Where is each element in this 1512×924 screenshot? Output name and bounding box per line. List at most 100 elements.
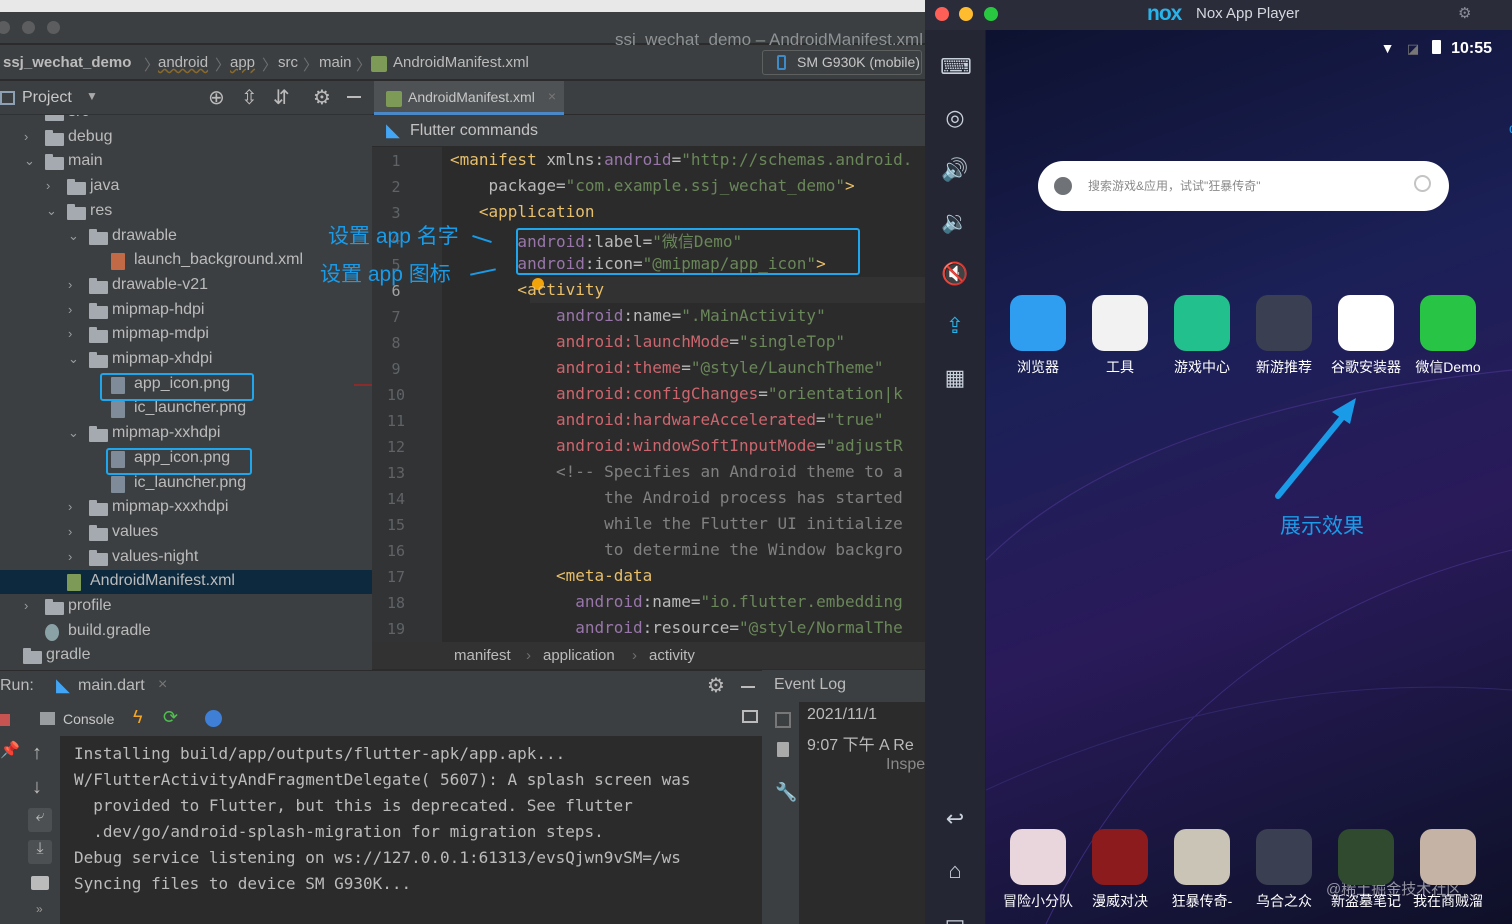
tree-item[interactable]: › profile	[0, 595, 372, 619]
location-icon[interactable]: ◎	[940, 103, 970, 133]
layout-icon[interactable]	[742, 710, 758, 723]
hot-restart-icon[interactable]: ⟳	[163, 707, 178, 728]
app-search-bar[interactable]: 搜索游戏&应用，试试"狂暴传奇"	[1038, 161, 1449, 211]
breadcrumb-main[interactable]: main	[319, 54, 352, 71]
minimize-window-button[interactable]	[959, 7, 973, 21]
chevron-down-icon[interactable]: ⌄	[68, 425, 79, 441]
chevron-right-icon[interactable]: ›	[24, 598, 28, 613]
tree-item[interactable]: ic_launcher.png	[0, 472, 372, 496]
search-icon[interactable]	[1414, 175, 1431, 192]
app-icon-apps_dock-5[interactable]: 我在商贼溜	[1409, 829, 1487, 911]
close-window-button[interactable]	[935, 7, 949, 21]
pin-icon[interactable]: 📌	[0, 740, 20, 760]
volume-down-icon[interactable]: 🔉	[940, 207, 970, 237]
mute-icon[interactable]: 🔇	[940, 259, 970, 289]
back-icon[interactable]: ↩	[940, 804, 970, 834]
tree-item[interactable]: › values-night	[0, 546, 372, 570]
arrow-up-icon[interactable]: ↑	[32, 742, 42, 765]
chevron-right-icon[interactable]: ›	[68, 499, 72, 514]
mark-read-icon[interactable]	[775, 712, 791, 728]
tree-item[interactable]: ⌄ drawable	[0, 225, 372, 249]
minimize-window-button[interactable]	[22, 21, 35, 34]
apk-install-icon[interactable]: ⇪	[940, 311, 970, 341]
tree-item[interactable]: ⌄ res	[0, 200, 372, 224]
zoom-window-button[interactable]	[47, 21, 60, 34]
close-tab-icon[interactable]: ×	[548, 88, 556, 104]
app-icon-apps_row1-2[interactable]: 游戏中心	[1163, 295, 1241, 377]
hot-reload-icon[interactable]: ϟ	[133, 707, 143, 728]
locate-icon[interactable]: ⊕	[208, 85, 225, 110]
chevron-down-icon[interactable]: ⌄	[24, 153, 35, 169]
hide-panel-icon[interactable]	[347, 96, 361, 98]
editor-crumb-activity[interactable]: activity	[649, 647, 695, 664]
keyboard-mapping-icon[interactable]: ⌨	[940, 52, 972, 82]
project-view-label[interactable]: Project	[22, 89, 72, 107]
chevron-right-icon[interactable]: ›	[24, 129, 28, 144]
console-output[interactable]: Installing build/app/outputs/flutter-apk…	[60, 736, 762, 924]
volume-up-icon[interactable]: 🔊	[940, 155, 970, 185]
chevron-right-icon[interactable]: ›	[68, 326, 72, 341]
close-tab-icon[interactable]: ×	[158, 676, 167, 694]
gear-icon[interactable]: ⚙	[313, 85, 331, 110]
more-icon[interactable]: »	[36, 902, 43, 916]
arrow-down-icon[interactable]: ↓	[32, 776, 42, 799]
multi-instance-icon[interactable]: ▦	[940, 363, 970, 393]
tree-item[interactable]: › drawable-v21	[0, 274, 372, 298]
tree-item[interactable]: › debug	[0, 126, 372, 150]
app-icon-apps_row1-4[interactable]: 谷歌安装器	[1327, 295, 1405, 377]
app-icon-apps_dock-2[interactable]: 狂暴传奇-	[1163, 829, 1241, 911]
app-icon-apps_dock-1[interactable]: 漫威对决	[1081, 829, 1159, 911]
app-icon-apps_row1-0[interactable]: 浏览器	[999, 295, 1077, 377]
run-tab-main-dart[interactable]: main.dart	[78, 677, 145, 695]
chevron-down-icon[interactable]: ▼	[86, 89, 98, 103]
chevron-right-icon[interactable]: ›	[68, 302, 72, 317]
breadcrumb-project[interactable]: ssj_wechat_demo	[3, 54, 131, 71]
app-icon-apps_dock-3[interactable]: 乌合之众	[1245, 829, 1323, 911]
app-icon-apps_row1-5[interactable]: 微信Demo	[1409, 295, 1487, 377]
tree-item[interactable]: ⌄ main	[0, 150, 372, 174]
tree-item[interactable]: src	[0, 115, 372, 125]
code-editor[interactable]: <manifest xmlns:android="http://schemas.…	[442, 147, 925, 642]
zoom-window-button[interactable]	[984, 7, 998, 21]
soft-wrap-icon[interactable]: ⤶	[28, 808, 52, 832]
stop-icon[interactable]	[0, 714, 10, 726]
recent-apps-icon[interactable]: ▭	[940, 908, 970, 924]
tree-item[interactable]: ⌄ mipmap-xxhdpi	[0, 422, 372, 446]
tab-androidmanifest[interactable]: AndroidManifest.xml ×	[374, 81, 564, 115]
breadcrumb-file[interactable]: AndroidManifest.xml	[393, 54, 529, 71]
gear-icon[interactable]: ⚙	[707, 673, 725, 698]
event-inspect-link[interactable]: Inspe	[886, 756, 925, 774]
print-icon[interactable]	[31, 876, 49, 890]
tree-item[interactable]: › values	[0, 521, 372, 545]
editor-crumb-manifest[interactable]: manifest	[454, 647, 511, 664]
wrench-icon[interactable]: 🔧	[775, 782, 797, 803]
tree-item[interactable]: AndroidManifest.xml	[0, 570, 372, 595]
editor-crumb-application[interactable]: application	[543, 647, 615, 664]
trash-icon[interactable]	[777, 742, 789, 757]
hide-panel-icon[interactable]	[741, 686, 755, 688]
chevron-right-icon[interactable]: ›	[68, 549, 72, 564]
app-icon-apps_dock-4[interactable]: 新盗墓笔记	[1327, 829, 1405, 911]
tree-item[interactable]: gradle	[0, 644, 372, 668]
chevron-right-icon[interactable]: ›	[68, 277, 72, 292]
breadcrumb-android[interactable]: android	[158, 54, 208, 71]
expand-all-icon[interactable]: ⇳	[241, 85, 258, 110]
tree-item[interactable]: build.gradle	[0, 620, 372, 644]
console-tab[interactable]: Console	[63, 711, 114, 727]
tree-item[interactable]: › mipmap-xxxhdpi	[0, 496, 372, 520]
tree-item[interactable]: ⌄ mipmap-xhdpi	[0, 348, 372, 372]
breadcrumb-src[interactable]: src	[278, 54, 298, 71]
tree-item[interactable]: › java	[0, 175, 372, 199]
app-icon-apps_dock-0[interactable]: 冒险小分队	[999, 829, 1077, 911]
home-icon[interactable]: ⌂	[940, 856, 970, 886]
chevron-down-icon[interactable]: ⌄	[68, 351, 79, 367]
chevron-down-icon[interactable]: ⌄	[68, 228, 79, 244]
chevron-down-icon[interactable]: ⌄	[46, 203, 57, 219]
tree-item[interactable]: launch_background.xml	[0, 249, 372, 273]
collapse-all-icon[interactable]: ⇵	[273, 85, 290, 110]
app-icon-apps_row1-3[interactable]: 新游推荐	[1245, 295, 1323, 377]
flutter-commands-link[interactable]: Flutter commands	[410, 122, 538, 140]
gear-icon[interactable]: ⚙	[1458, 4, 1471, 22]
chevron-right-icon[interactable]: ›	[46, 178, 50, 193]
tree-item[interactable]: › mipmap-hdpi	[0, 299, 372, 323]
